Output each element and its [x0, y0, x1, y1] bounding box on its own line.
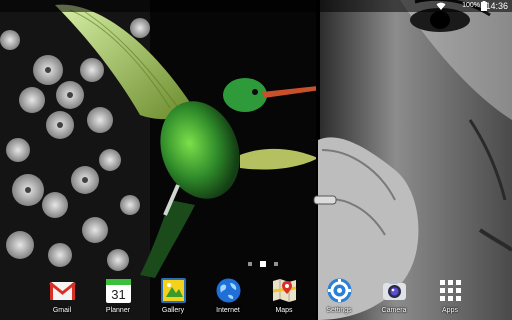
app-planner[interactable]: 31 Planner [90, 274, 146, 320]
app-camera[interactable]: Camera [366, 274, 422, 320]
app-label: Planner [105, 307, 131, 314]
status-bar: 100% 14:36 [0, 0, 512, 12]
app-gmail[interactable]: Gmail [34, 274, 90, 320]
gmail-icon [49, 281, 76, 300]
app-label: Apps [442, 307, 458, 314]
page-dot-3[interactable] [274, 262, 278, 266]
app-internet[interactable]: Internet [200, 274, 256, 320]
maps-icon [272, 279, 297, 302]
app-label: Internet [216, 307, 240, 314]
page-dot-2[interactable] [260, 261, 266, 267]
apps-grid-icon [440, 280, 461, 301]
app-maps[interactable]: Maps [256, 274, 312, 320]
status-clock: 14:36 [485, 1, 508, 11]
wallpaper-image [0, 0, 512, 320]
settings-icon [327, 278, 352, 303]
app-label: Gmail [52, 307, 72, 314]
globe-icon [216, 278, 241, 303]
page-indicator[interactable] [246, 260, 282, 268]
app-label: Maps [275, 307, 293, 314]
app-apps[interactable]: Apps [422, 274, 478, 320]
battery-percentage: 100% [462, 2, 480, 9]
calendar-day-text: 31 [111, 287, 125, 302]
app-label: Settings [326, 307, 352, 314]
gallery-icon [161, 278, 186, 303]
camera-icon [383, 280, 406, 300]
home-screen: 100% 14:36 Gmail 31 Planner Gallery Inte… [0, 0, 512, 320]
app-dock: Gmail 31 Planner Gallery Internet Maps S… [0, 274, 512, 320]
app-gallery[interactable]: Gallery [145, 274, 201, 320]
app-label: Gallery [161, 307, 185, 314]
calendar-icon: 31 [106, 279, 131, 303]
app-settings[interactable]: Settings [311, 274, 367, 320]
app-label: Camera [381, 307, 407, 314]
page-dot-1[interactable] [248, 262, 252, 266]
wifi-icon [436, 2, 446, 10]
